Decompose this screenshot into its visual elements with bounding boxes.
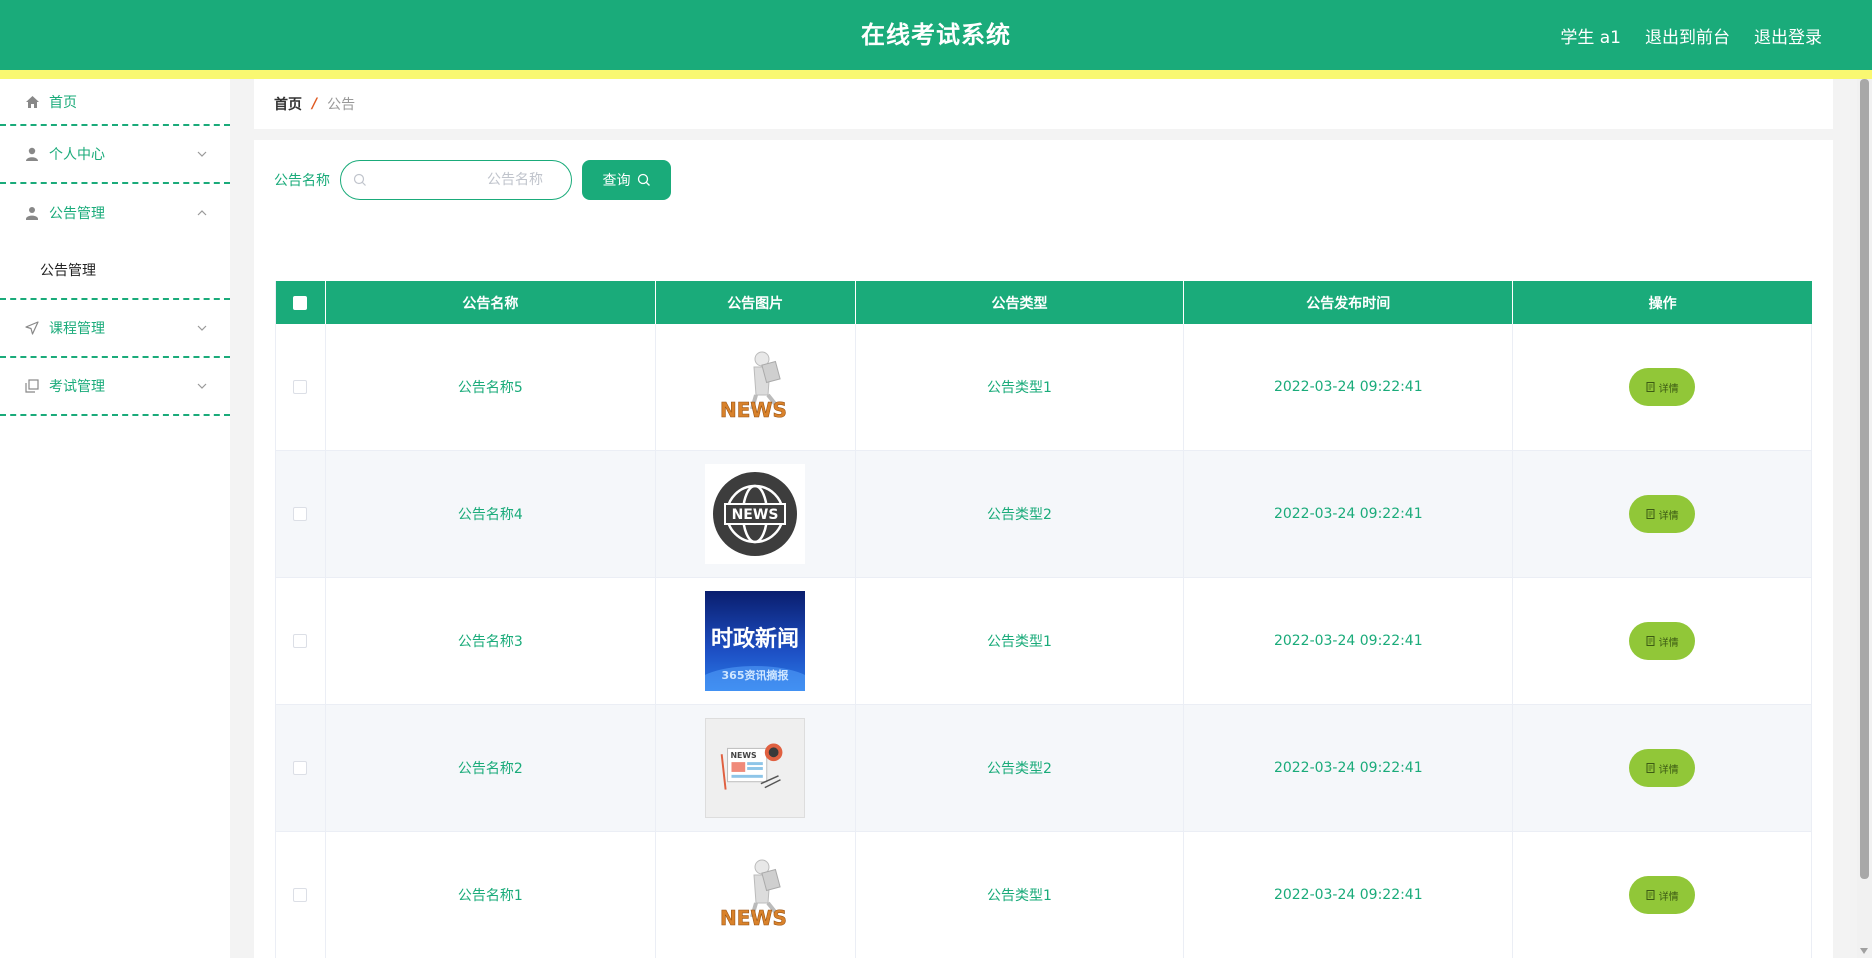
notice-type-cell: 公告类型2 <box>856 705 1185 831</box>
sidebar-item-notice-management[interactable]: 公告管理 <box>0 184 230 242</box>
notice-name-cell: 公告名称3 <box>326 578 656 704</box>
column-header-image: 公告图片 <box>656 281 856 324</box>
chevron-down-icon <box>197 325 207 331</box>
news-flat-image: NEWS <box>705 718 806 818</box>
copy-icon <box>24 378 40 394</box>
svg-text:时政新闻: 时政新闻 <box>711 626 799 652</box>
notice-time-cell: 2022-03-24 09:22:41 <box>1184 705 1514 831</box>
notice-time-cell: 2022-03-24 09:22:41 <box>1184 832 1514 958</box>
detail-button[interactable]: 详情 <box>1629 368 1696 406</box>
row-checkbox[interactable] <box>293 634 308 648</box>
sidebar-item-course-management[interactable]: 课程管理 <box>0 300 230 358</box>
logout-link[interactable]: 退出登录 <box>1754 23 1822 48</box>
page-scrollbar[interactable] <box>1857 79 1872 958</box>
main-content: 公告名称 查询 公告名称 公告图片 公告类型 公告发布时间 操作 公告名称5 <box>254 140 1833 958</box>
notice-name-cell: 公告名称4 <box>326 451 656 577</box>
table-row: 公告名称3 时政新闻 365资讯摘报 公告类型1 2022-03-24 09:2… <box>276 578 1812 705</box>
breadcrumb-home-link[interactable]: 首页 <box>274 94 302 114</box>
sidebar-item-label: 课程管理 <box>49 321 105 337</box>
current-user-label: 学生 a1 <box>1560 27 1621 48</box>
home-icon <box>24 94 40 110</box>
user-icon <box>24 146 40 162</box>
row-checkbox[interactable] <box>293 761 308 775</box>
document-icon <box>1646 509 1655 519</box>
sidebar-submenu-notice: 公告管理 <box>0 242 230 300</box>
search-bar: 公告名称 查询 <box>274 160 671 200</box>
notice-time-cell: 2022-03-24 09:22:41 <box>1184 324 1514 450</box>
sidebar-item-home[interactable]: 首页 <box>0 79 230 126</box>
chevron-up-icon <box>197 210 207 216</box>
svg-text:NEWS: NEWS <box>720 906 787 930</box>
notice-time-cell: 2022-03-24 09:22:41 <box>1184 578 1514 704</box>
notice-name-cell: 公告名称1 <box>326 832 656 958</box>
scrollbar-thumb[interactable] <box>1860 79 1869 879</box>
scroll-down-arrow-icon[interactable] <box>1860 948 1868 954</box>
table-row: 公告名称2 NEWS 公告类型2 2022-03-24 09:22:41 详情 <box>276 705 1812 832</box>
notice-type-cell: 公告类型1 <box>856 832 1185 958</box>
search-input[interactable] <box>371 161 561 199</box>
notice-type-cell: 公告类型1 <box>856 324 1185 450</box>
document-icon <box>1646 382 1655 392</box>
table-row: 公告名称5 NEWS 公告类型1 2022-03-24 09:22:41 详情 <box>276 324 1812 451</box>
row-checkbox[interactable] <box>293 888 308 902</box>
sidebar: 首页 个人中心 公告管理 公告管理 课程管理 考试管理 <box>0 79 230 958</box>
notice-type-cell: 公告类型2 <box>856 451 1185 577</box>
shizheng-xinwen-image: 时政新闻 365资讯摘报 <box>705 591 806 691</box>
row-checkbox[interactable] <box>293 380 308 394</box>
document-icon <box>1646 636 1655 646</box>
column-header-type: 公告类型 <box>856 281 1185 324</box>
notice-name-cell: 公告名称5 <box>326 324 656 450</box>
top-header: 在线考试系统 学生 a1 退出到前台 退出登录 <box>0 0 1872 70</box>
table-row: 公告名称4 NEWS 公告类型2 2022-03-24 09:22:41 详情 <box>276 451 1812 578</box>
user-outline-icon <box>24 205 40 221</box>
breadcrumb-separator: / <box>312 96 318 112</box>
sidebar-item-profile[interactable]: 个人中心 <box>0 126 230 184</box>
news-3d-figure-image: NEWS <box>705 845 805 945</box>
notice-type-cell: 公告类型1 <box>856 578 1185 704</box>
sidebar-item-label: 考试管理 <box>49 379 105 395</box>
table-header: 公告名称 公告图片 公告类型 公告发布时间 操作 <box>276 281 1812 324</box>
search-label: 公告名称 <box>274 173 330 189</box>
sidebar-item-label: 个人中心 <box>49 147 105 163</box>
column-header-actions: 操作 <box>1648 295 1677 312</box>
exit-to-frontend-link[interactable]: 退出到前台 <box>1645 23 1730 48</box>
notice-name-cell: 公告名称2 <box>326 705 656 831</box>
select-all-checkbox[interactable] <box>293 295 308 310</box>
svg-text:NEWS: NEWS <box>720 398 787 422</box>
sidebar-item-exam-management[interactable]: 考试管理 <box>0 358 230 416</box>
detail-button[interactable]: 详情 <box>1629 495 1696 533</box>
row-checkbox[interactable] <box>293 507 308 521</box>
document-icon <box>1646 763 1655 773</box>
column-header-name: 公告名称 <box>326 281 656 324</box>
notice-time-cell: 2022-03-24 09:22:41 <box>1184 451 1514 577</box>
svg-text:NEWS: NEWS <box>732 507 779 523</box>
document-icon <box>1646 890 1655 900</box>
send-icon <box>24 320 40 336</box>
svg-text:365资讯摘报: 365资讯摘报 <box>722 668 790 682</box>
search-button-label: 查询 <box>602 173 631 189</box>
detail-button[interactable]: 详情 <box>1629 749 1696 787</box>
detail-button[interactable]: 详情 <box>1629 876 1696 914</box>
detail-button[interactable]: 详情 <box>1629 622 1696 660</box>
table-row: 公告名称1 NEWS 公告类型1 2022-03-24 09:22:41 详情 <box>276 832 1812 958</box>
search-button[interactable]: 查询 <box>582 160 671 200</box>
header-select-all-cell <box>276 281 326 324</box>
search-icon <box>353 173 366 186</box>
column-header-time: 公告发布时间 <box>1184 281 1514 324</box>
chevron-down-icon <box>197 151 207 157</box>
chevron-down-icon <box>197 383 207 389</box>
svg-text:NEWS: NEWS <box>731 751 758 760</box>
notice-table: 公告名称 公告图片 公告类型 公告发布时间 操作 公告名称5 NEWS 公告类型… <box>275 281 1812 958</box>
header-links: 学生 a1 退出到前台 退出登录 <box>1560 0 1822 70</box>
sidebar-subitem-notice-management[interactable]: 公告管理 <box>0 242 230 298</box>
search-field[interactable] <box>340 160 572 200</box>
breadcrumb-current: 公告 <box>327 97 356 113</box>
news-globe-image: NEWS <box>705 464 806 564</box>
search-icon <box>637 173 650 186</box>
sidebar-item-label: 公告管理 <box>49 206 105 222</box>
sidebar-item-label: 首页 <box>49 94 77 111</box>
news-3d-figure-image: NEWS <box>705 337 805 437</box>
breadcrumb: 首页 / 公告 <box>254 79 1833 129</box>
header-accent-stripe <box>0 70 1872 79</box>
